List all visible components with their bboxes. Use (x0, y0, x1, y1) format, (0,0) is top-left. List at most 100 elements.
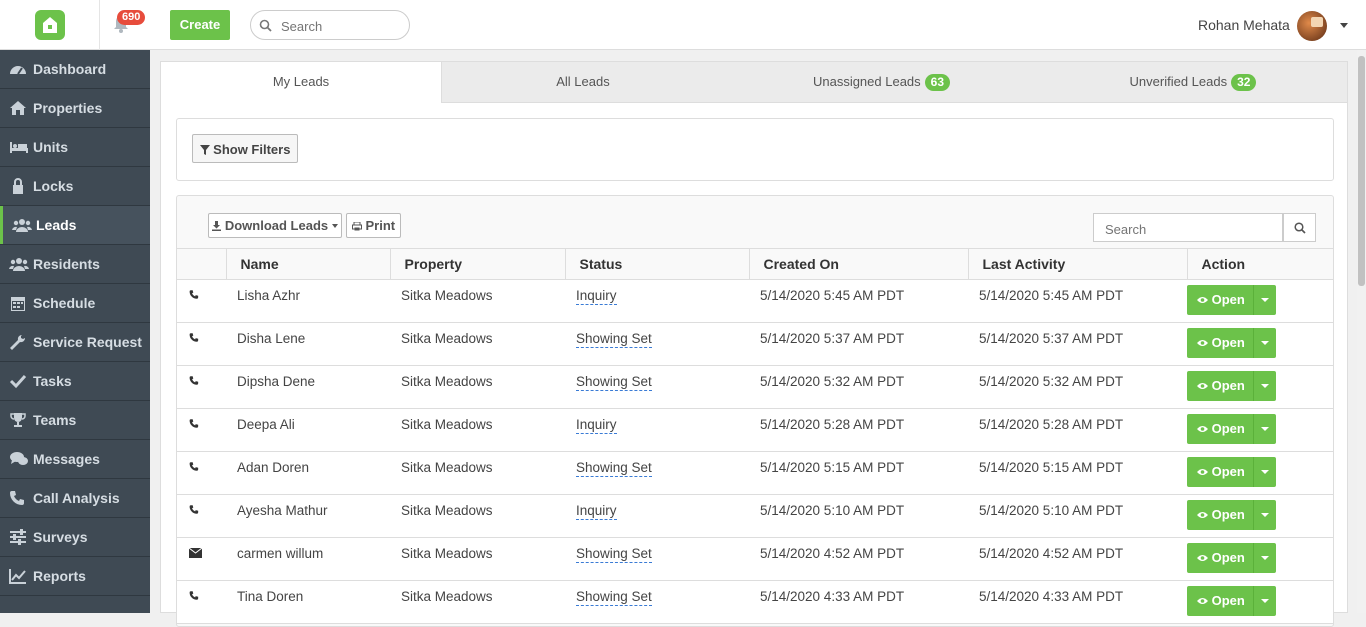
show-filters-button[interactable]: Show Filters (192, 134, 298, 163)
lead-name[interactable]: Ayesha Mathur (237, 503, 328, 518)
tab-unverified-leads[interactable]: Unverified Leads 32 (1039, 62, 1347, 102)
open-button[interactable]: Open (1197, 507, 1245, 522)
open-button-group[interactable]: Open (1187, 456, 1276, 487)
lead-status[interactable]: Inquiry (576, 416, 617, 434)
open-button[interactable]: Open (1197, 593, 1245, 608)
lead-name[interactable]: Disha Lene (237, 331, 305, 346)
app-logo[interactable] (35, 10, 65, 40)
chevron-down-icon[interactable] (1261, 340, 1269, 345)
sidebar-item-schedule[interactable]: Schedule (0, 284, 150, 323)
open-button-group[interactable]: Open (1187, 499, 1276, 530)
sidebar-item-teams[interactable]: Teams (0, 401, 150, 440)
sidebar-item-leads[interactable]: Leads (0, 206, 150, 245)
table-row[interactable]: Tina Doren Sitka Meadows Showing Set 5/14/2… (177, 580, 1333, 624)
column-header-property[interactable]: Property (389, 248, 565, 280)
tab-unassigned-leads[interactable]: Unassigned Leads 63 (724, 62, 1039, 102)
lead-status[interactable]: Showing Set (576, 330, 652, 348)
chevron-down-icon[interactable] (1261, 383, 1269, 388)
sidebar-item-residents[interactable]: Residents (0, 245, 150, 284)
open-button-group[interactable]: Open (1187, 413, 1276, 444)
open-label: Open (1211, 549, 1245, 565)
lead-status[interactable]: Showing Set (576, 545, 652, 563)
table-search-input[interactable] (1103, 219, 1277, 239)
lead-name[interactable]: Dipsha Dene (237, 374, 315, 389)
user-name[interactable]: Rohan Mehata (1198, 17, 1290, 33)
sidebar-item-label: Surveys (33, 529, 88, 545)
sidebar-item-label: Properties (33, 100, 103, 116)
lead-name[interactable]: Lisha Azhr (237, 288, 300, 303)
global-search[interactable] (250, 10, 410, 40)
lead-status[interactable]: Inquiry (576, 502, 617, 520)
wrench-icon (9, 334, 27, 350)
table-row[interactable]: Ayesha Mathur Sitka Meadows Inquiry 5/14/20… (177, 494, 1333, 538)
open-button-group[interactable]: Open (1187, 284, 1276, 315)
sidebar-item-dashboard[interactable]: Dashboard (0, 50, 150, 89)
contact-column-header (177, 248, 226, 280)
table-row[interactable]: Lisha Azhr Sitka Meadows Inquiry 5/14/2020 … (177, 279, 1333, 323)
sidebar-item-units[interactable]: Units (0, 128, 150, 167)
column-header-last-activity[interactable]: Last Activity (967, 248, 1187, 280)
avatar[interactable] (1297, 11, 1327, 41)
page-scrollbar[interactable] (1357, 50, 1366, 613)
lead-name[interactable]: carmen willum (237, 546, 323, 561)
open-button-group[interactable]: Open (1187, 370, 1276, 401)
open-button-group[interactable]: Open (1187, 585, 1276, 616)
chevron-down-icon[interactable] (1261, 426, 1269, 431)
column-header-name[interactable]: Name (225, 248, 390, 280)
open-button[interactable]: Open (1197, 292, 1245, 307)
top-bar: 690 Create Rohan Mehata (0, 0, 1366, 50)
table-row[interactable]: Dipsha Dene Sitka Meadows Showing Set 5/14/… (177, 365, 1333, 409)
table-row[interactable]: Adan Doren Sitka Meadows Showing Set 5/14/2… (177, 451, 1333, 495)
lead-status[interactable]: Showing Set (576, 373, 652, 391)
chevron-down-icon[interactable] (1340, 23, 1348, 28)
open-button[interactable]: Open (1197, 550, 1245, 565)
chevron-down-icon[interactable] (1261, 598, 1269, 603)
scrollbar-thumb[interactable] (1358, 56, 1365, 286)
chevron-down-icon[interactable] (1261, 555, 1269, 560)
global-search-input[interactable] (279, 16, 403, 36)
chevron-down-icon[interactable] (1261, 512, 1269, 517)
open-button-group[interactable]: Open (1187, 327, 1276, 358)
chevron-down-icon[interactable] (1261, 469, 1269, 474)
table-search-button[interactable] (1283, 213, 1316, 242)
sidebar-item-tasks[interactable]: Tasks (0, 362, 150, 401)
column-header-status[interactable]: Status (564, 248, 749, 280)
table-row[interactable]: Deepa Ali Sitka Meadows Inquiry 5/14/2020 5… (177, 408, 1333, 452)
table-row[interactable]: Disha Lene Sitka Meadows Showing Set 5/14/2… (177, 322, 1333, 366)
notification-badge[interactable]: 690 (117, 10, 146, 25)
download-leads-button[interactable]: Download Leads (208, 213, 342, 238)
create-button[interactable]: Create (170, 10, 230, 40)
sidebar-item-reports[interactable]: Reports (0, 557, 150, 596)
sidebar-item-messages[interactable]: Messages (0, 440, 150, 479)
tab-my-leads[interactable]: My Leads (161, 62, 442, 103)
table-search[interactable] (1093, 213, 1283, 242)
lead-status[interactable]: Inquiry (576, 287, 617, 305)
chevron-down-icon[interactable] (1261, 297, 1269, 302)
sidebar-item-properties[interactable]: Properties (0, 89, 150, 128)
sidebar-item-surveys[interactable]: Surveys (0, 518, 150, 557)
sidebar-item-call-analysis[interactable]: Call Analysis (0, 479, 150, 518)
trophy-icon (9, 412, 27, 428)
column-header-created-on[interactable]: Created On (748, 248, 968, 280)
open-button[interactable]: Open (1197, 464, 1245, 479)
lead-created-on: 5/14/2020 5:10 AM PDT (760, 502, 905, 518)
open-button[interactable]: Open (1197, 421, 1245, 436)
table-row[interactable]: carmen willum Sitka Meadows Showing Set 5/1… (177, 537, 1333, 581)
lead-name[interactable]: Adan Doren (237, 460, 309, 475)
lead-name[interactable]: Deepa Ali (237, 417, 295, 432)
open-button[interactable]: Open (1197, 335, 1245, 350)
tab-all-leads[interactable]: All Leads (442, 62, 724, 102)
open-button-group[interactable]: Open (1187, 542, 1276, 573)
lead-name[interactable]: Tina Doren (237, 589, 303, 604)
open-button[interactable]: Open (1197, 378, 1245, 393)
table-header-row: Name Property Status Created On Last Act… (177, 248, 1333, 280)
calendar-icon (9, 295, 27, 311)
lead-property: Sitka Meadows (401, 502, 493, 518)
sidebar-item-locks[interactable]: Locks (0, 167, 150, 206)
lead-status[interactable]: Showing Set (576, 588, 652, 606)
print-button[interactable]: Print (346, 213, 401, 238)
sidebar-item-service-request[interactable]: Service Request (0, 323, 150, 362)
lead-status[interactable]: Showing Set (576, 459, 652, 477)
eye-icon (1197, 425, 1208, 432)
lead-created-on: 5/14/2020 5:37 AM PDT (760, 330, 905, 346)
